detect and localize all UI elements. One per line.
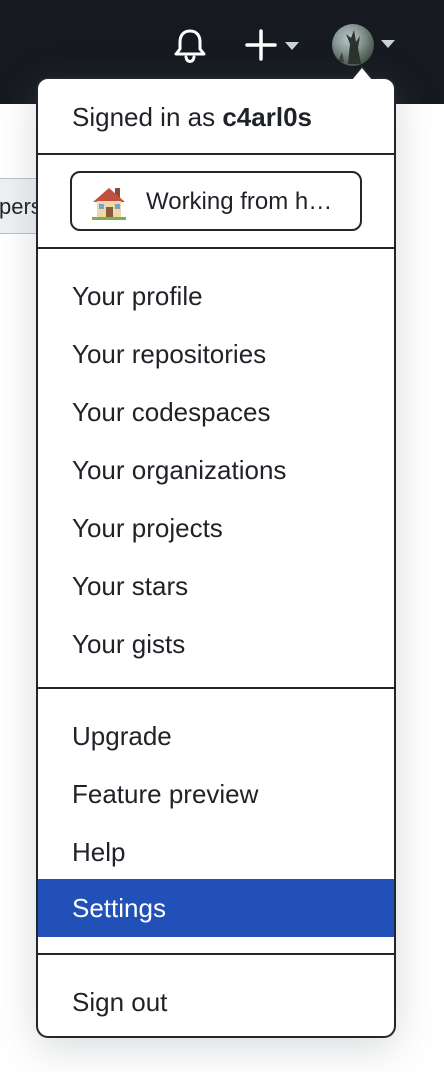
menu-item-your-codespaces[interactable]: Your codespaces [38, 383, 394, 441]
caret-down-icon [381, 40, 395, 48]
user-dropdown-menu: Signed in as c4arl0s Working from h… You… [36, 65, 396, 1038]
avatar [332, 24, 374, 66]
menu-item-your-stars[interactable]: Your stars [38, 557, 394, 615]
menu-item-your-repositories[interactable]: Your repositories [38, 325, 394, 383]
username: c4arl0s [222, 102, 312, 132]
caret-down-icon [285, 42, 299, 50]
user-menu-toggle[interactable] [330, 22, 400, 68]
menu-item-settings[interactable]: Settings [38, 879, 394, 937]
signed-in-label: Signed in as c4arl0s [72, 101, 312, 133]
create-new-button[interactable] [244, 26, 304, 64]
house-icon [92, 188, 126, 220]
menu-item-help[interactable]: Help [38, 823, 394, 881]
avatar-image [338, 30, 361, 64]
menu-item-your-gists[interactable]: Your gists [38, 615, 394, 673]
bell-icon [174, 29, 206, 64]
menu-item-feature-preview[interactable]: Feature preview [38, 765, 394, 823]
divider [38, 247, 394, 249]
menu-item-sign-out[interactable]: Sign out [38, 973, 394, 1031]
menu-item-upgrade[interactable]: Upgrade [38, 707, 394, 765]
divider [38, 153, 394, 155]
divider [38, 953, 394, 955]
signed-in-prefix: Signed in as [72, 102, 216, 132]
divider [38, 687, 394, 689]
status-text: Working from h… [146, 188, 333, 215]
menu-item-your-organizations[interactable]: Your organizations [38, 441, 394, 499]
notifications-bell-icon[interactable] [171, 26, 209, 64]
menu-item-your-projects[interactable]: Your projects [38, 499, 394, 557]
set-status-button[interactable]: Working from h… [70, 171, 362, 231]
menu-item-your-profile[interactable]: Your profile [38, 267, 394, 325]
